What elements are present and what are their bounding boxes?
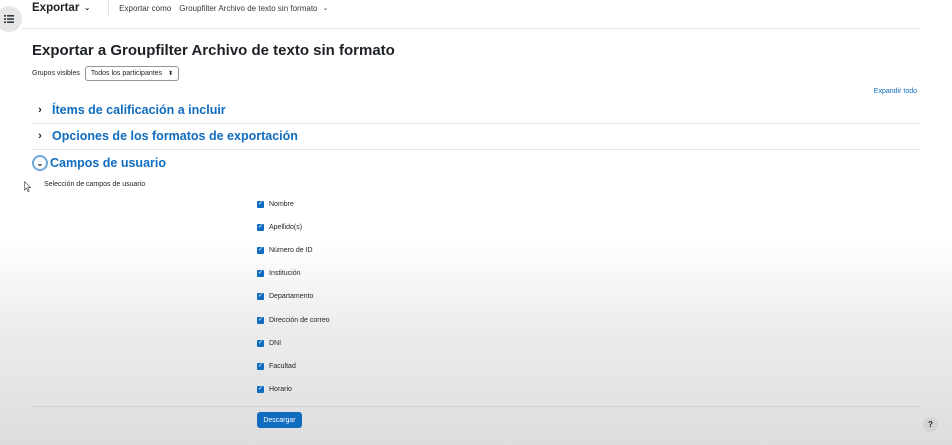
help-button[interactable]: ? [923,417,938,432]
checkbox-checked-icon[interactable]: ✓ [257,385,264,393]
section-divider [32,149,920,150]
export-menu-select[interactable]: Exportar ⌄ [32,2,90,14]
export-as-label: Exportar como [119,3,172,13]
checkbox-horario[interactable]: ✓ Horario [257,383,292,395]
section-grade-items[interactable]: › Ítems de calificación a incluir [32,100,920,120]
checkbox-label: Facultad [269,362,296,370]
drawer-toggle-button[interactable] [0,6,22,32]
section-title[interactable]: Campos de usuario [50,156,166,170]
checkbox-facultad[interactable]: ✓ Facultad [257,360,296,372]
header-divider [22,28,920,29]
checkbox-label: Apellido(s) [269,223,303,231]
checkbox-dni[interactable]: ✓ DNI [257,337,281,349]
section-title[interactable]: Ítems de calificación a incluir [52,103,226,117]
chevron-down-icon[interactable]: ⌄ [32,155,48,171]
checkbox-label: Número de ID [269,246,313,254]
user-fields-label: Selección de campos de usuario [44,181,146,188]
checkbox-checked-icon[interactable]: ✓ [257,316,264,324]
chevron-down-icon: ⌄ [322,5,329,12]
mouse-cursor-icon [24,181,31,192]
checkbox-nombre[interactable]: ✓ Nombre [257,198,294,210]
format-select[interactable]: Groupfilter Archivo de texto sin formato… [179,4,328,13]
checkbox-checked-icon[interactable]: ✓ [257,200,264,208]
download-button[interactable]: Descargar [257,412,302,428]
chevron-right-icon[interactable]: › [32,130,48,142]
groups-label: Grupos visibles [32,70,80,77]
checkbox-label: Nombre [269,200,294,208]
checkbox-institucion[interactable]: ✓ Institución [257,267,301,279]
form-footer-divider [32,406,920,407]
section-title[interactable]: Opciones de los formatos de exportación [52,129,298,143]
list-icon [4,15,14,23]
section-divider [32,123,920,124]
nav-divider [108,1,110,15]
groups-select-value: Todos los participantes [90,70,163,77]
checkbox-label: Institución [269,269,301,277]
checkbox-checked-icon[interactable]: ✓ [257,246,264,254]
checkbox-direccion-correo[interactable]: ✓ Dirección de correo [257,314,330,326]
checkbox-apellidos[interactable]: ✓ Apellido(s) [257,221,302,233]
checkbox-label: Dirección de correo [269,316,330,324]
checkbox-checked-icon[interactable]: ✓ [257,269,264,277]
checkbox-label: Departamento [269,292,314,300]
checkbox-checked-icon[interactable]: ✓ [257,292,264,300]
section-export-format-options[interactable]: › Opciones de los formatos de exportació… [32,126,920,146]
checkbox-label: Horario [269,385,292,393]
format-select-value: Groupfilter Archivo de texto sin formato [179,3,318,13]
checkbox-departamento[interactable]: ✓ Departamento [257,290,313,302]
checkbox-checked-icon[interactable]: ✓ [257,362,264,370]
tertiary-navigation: Exportar ⌄ Exportar como Groupfilter Arc… [32,0,328,16]
checkbox-checked-icon[interactable]: ✓ [257,223,264,231]
checkbox-numero-id[interactable]: ✓ Número de ID [257,244,313,256]
checkbox-checked-icon[interactable]: ✓ [257,339,264,347]
export-menu-label: Exportar [32,2,80,14]
groups-selector: Grupos visibles Todos los participantes … [32,66,180,81]
chevron-down-icon: ⌄ [84,5,91,12]
expand-all-link[interactable]: Expandir todo [874,88,917,95]
page-title: Exportar a Groupfilter Archivo de texto … [32,42,395,59]
groups-select[interactable]: Todos los participantes ⬍ [84,66,180,81]
chevron-right-icon[interactable]: › [32,104,48,116]
updown-arrow-icon: ⬍ [168,71,174,77]
checkbox-label: DNI [269,339,282,347]
section-user-fields[interactable]: ⌄ Campos de usuario [32,153,920,173]
